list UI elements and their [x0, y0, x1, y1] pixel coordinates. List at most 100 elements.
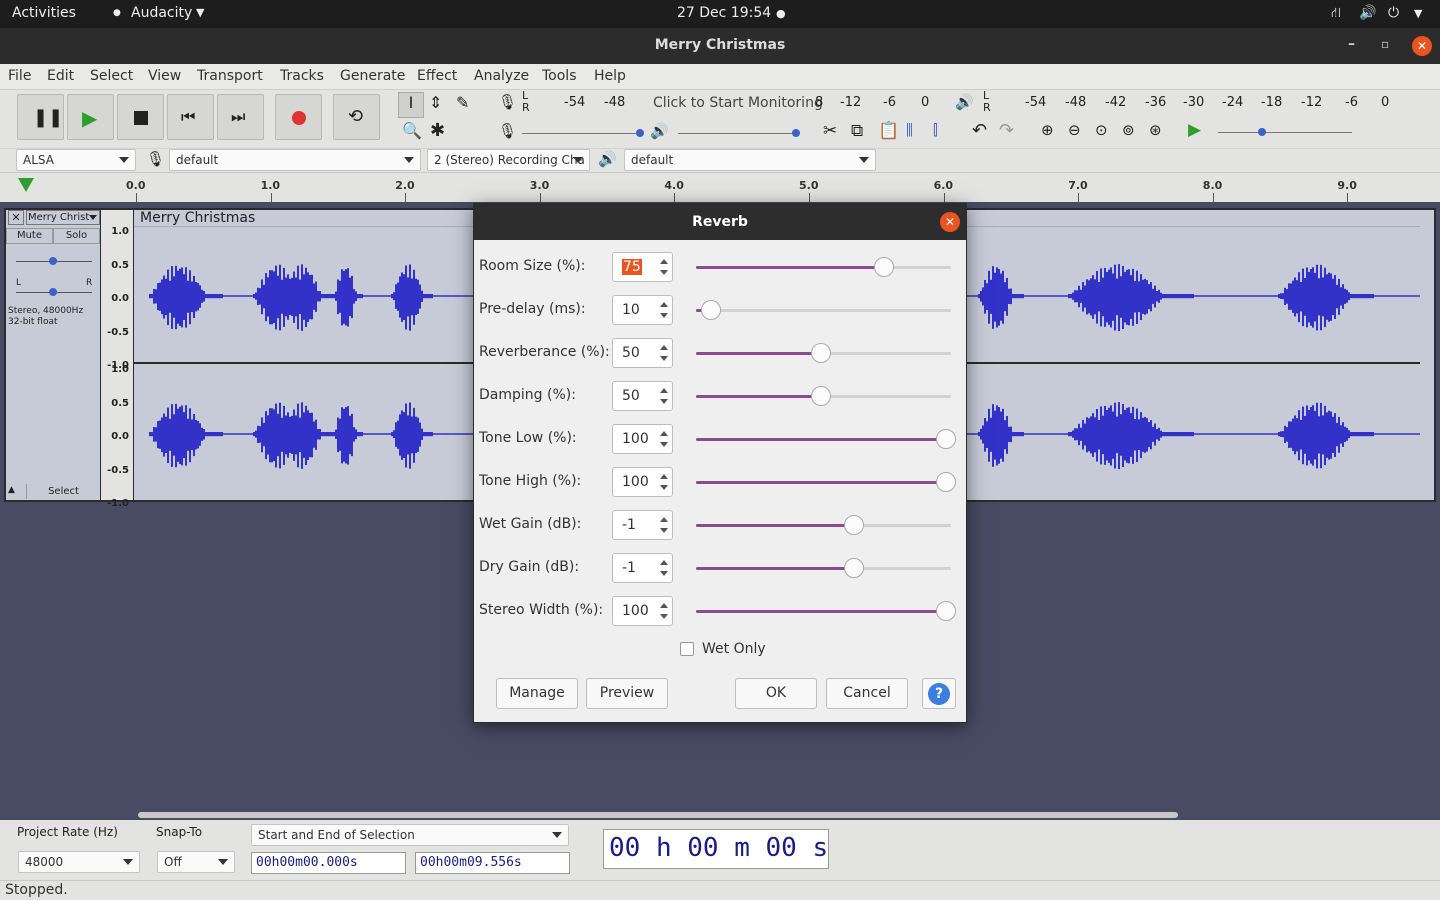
dialog-close-icon[interactable]: ✕: [940, 212, 960, 232]
ok-button[interactable]: OK: [735, 678, 817, 709]
spin-down-icon[interactable]: [660, 399, 668, 404]
zoom-tool-icon[interactable]: 🔍: [402, 121, 422, 140]
selection-end-time[interactable]: 00h00m09.556s: [415, 852, 570, 874]
menu-tools[interactable]: Tools: [542, 68, 577, 84]
fit-project-icon[interactable]: ⊚: [1122, 121, 1135, 139]
zoom-toggle-icon[interactable]: ⊛: [1149, 121, 1162, 139]
param-value[interactable]: -1: [622, 517, 636, 533]
redo-icon[interactable]: ↷: [999, 120, 1014, 141]
cancel-button[interactable]: Cancel: [826, 678, 908, 709]
silence-icon[interactable]: ⫿: [933, 121, 938, 139]
spin-down-icon[interactable]: [660, 614, 668, 619]
loop-button[interactable]: ⟲: [333, 94, 380, 140]
param-spin-input[interactable]: 75: [612, 252, 673, 282]
zoom-out-icon[interactable]: ⊖: [1068, 121, 1081, 139]
skip-start-button[interactable]: ⏮: [167, 94, 214, 140]
trim-icon[interactable]: ⫼: [906, 121, 913, 139]
envelope-tool-icon[interactable]: ⇕: [429, 93, 442, 112]
slider-knob[interactable]: [811, 343, 831, 363]
audio-host-select[interactable]: ALSA: [16, 149, 136, 171]
param-value[interactable]: -1: [622, 560, 636, 576]
slider-knob[interactable]: [811, 386, 831, 406]
skip-end-button[interactable]: ⏭: [217, 94, 264, 140]
paste-icon[interactable]: 📋: [878, 121, 899, 141]
play-speed-slider[interactable]: [1218, 128, 1352, 136]
volume-icon[interactable]: 🔊: [1359, 5, 1376, 21]
spin-up-icon[interactable]: [660, 388, 668, 393]
track-control-panel[interactable]: ✕ Merry Christ Mute Solo L R Stereo, 480…: [6, 210, 100, 500]
clock[interactable]: 27 Dec 19:54: [677, 5, 771, 21]
power-icon[interactable]: ⏻: [1388, 5, 1399, 21]
param-slider[interactable]: [696, 429, 956, 449]
timeline-ruler[interactable]: 0.0 1.0 2.0 3.0 4.0 5.0 6.0 7.0 8.0 9.0: [0, 172, 1440, 202]
solo-button[interactable]: Solo: [53, 228, 100, 244]
slider-knob[interactable]: [873, 257, 894, 277]
playback-device-select[interactable]: default: [624, 149, 876, 171]
system-menu-chevron-icon[interactable]: ▼: [1414, 7, 1422, 20]
param-spin-input[interactable]: 50: [612, 338, 673, 368]
spin-up-icon[interactable]: [660, 302, 668, 307]
recording-volume-slider[interactable]: [522, 129, 644, 137]
spin-up-icon[interactable]: [660, 259, 668, 264]
spin-up-icon[interactable]: [660, 345, 668, 350]
spin-up-icon[interactable]: [660, 431, 668, 436]
play-head-icon[interactable]: [18, 178, 34, 192]
menu-view[interactable]: View: [148, 68, 181, 84]
play-at-speed-icon[interactable]: ▶: [1188, 120, 1201, 140]
zoom-in-icon[interactable]: ⊕: [1041, 121, 1054, 139]
mute-button[interactable]: Mute: [6, 228, 53, 244]
param-spin-input[interactable]: 50: [612, 381, 673, 411]
snap-to-select[interactable]: Off: [157, 851, 235, 873]
pause-button[interactable]: ❚❚: [17, 94, 64, 140]
playback-volume-slider[interactable]: [678, 129, 800, 137]
spin-down-icon[interactable]: [660, 442, 668, 447]
horizontal-scrollbar[interactable]: [138, 812, 1178, 818]
menu-select[interactable]: Select: [90, 68, 133, 84]
spin-up-icon[interactable]: [660, 474, 668, 479]
help-button[interactable]: ?: [922, 678, 956, 709]
param-spin-input[interactable]: 100: [612, 596, 673, 626]
stop-button[interactable]: [117, 94, 164, 140]
menu-analyze[interactable]: Analyze: [474, 68, 529, 84]
maximize-icon[interactable]: ▫: [1381, 37, 1389, 51]
close-track-icon[interactable]: ✕: [8, 210, 24, 225]
param-spin-input[interactable]: 100: [612, 467, 673, 497]
param-value[interactable]: 100: [622, 603, 649, 619]
copy-icon[interactable]: ⧉: [851, 121, 863, 141]
param-slider[interactable]: [696, 343, 951, 363]
minimize-icon[interactable]: –: [1348, 36, 1355, 52]
pan-slider[interactable]: [16, 288, 92, 296]
cut-icon[interactable]: ✂: [823, 121, 837, 141]
menu-generate[interactable]: Generate: [340, 68, 405, 84]
collapse-track-icon[interactable]: ▲: [8, 485, 15, 495]
fit-selection-icon[interactable]: ⊙: [1095, 121, 1108, 139]
param-slider[interactable]: [696, 257, 951, 277]
preview-button[interactable]: Preview: [586, 678, 668, 709]
slider-knob[interactable]: [936, 429, 956, 449]
param-value[interactable]: 75: [622, 259, 642, 275]
selection-tool-icon[interactable]: I: [398, 92, 424, 118]
spin-down-icon[interactable]: [660, 528, 668, 533]
spin-up-icon[interactable]: [660, 560, 668, 565]
param-value[interactable]: 100: [622, 431, 649, 447]
param-slider[interactable]: [696, 300, 951, 320]
spin-down-icon[interactable]: [660, 313, 668, 318]
param-slider[interactable]: [696, 601, 956, 621]
menu-transport[interactable]: Transport: [197, 68, 263, 84]
app-menu-button[interactable]: Audacity: [131, 5, 192, 21]
manage-button[interactable]: Manage: [496, 678, 578, 709]
param-slider[interactable]: [696, 558, 951, 578]
slider-knob[interactable]: [701, 300, 721, 320]
selection-mode-select[interactable]: Start and End of Selection: [251, 824, 569, 846]
play-button[interactable]: ▶: [67, 94, 114, 140]
menu-effect[interactable]: Effect: [417, 68, 457, 84]
param-slider[interactable]: [696, 472, 956, 492]
record-meter-icon[interactable]: 🎙: [498, 93, 517, 111]
selection-start-time[interactable]: 00h00m00.000s: [251, 852, 406, 874]
param-slider[interactable]: [696, 386, 951, 406]
multi-tool-icon[interactable]: ✱: [430, 120, 445, 141]
track-name-menu[interactable]: Merry Christ: [26, 210, 100, 225]
param-value[interactable]: 50: [622, 388, 640, 404]
menu-help[interactable]: Help: [594, 68, 626, 84]
spin-up-icon[interactable]: [660, 603, 668, 608]
